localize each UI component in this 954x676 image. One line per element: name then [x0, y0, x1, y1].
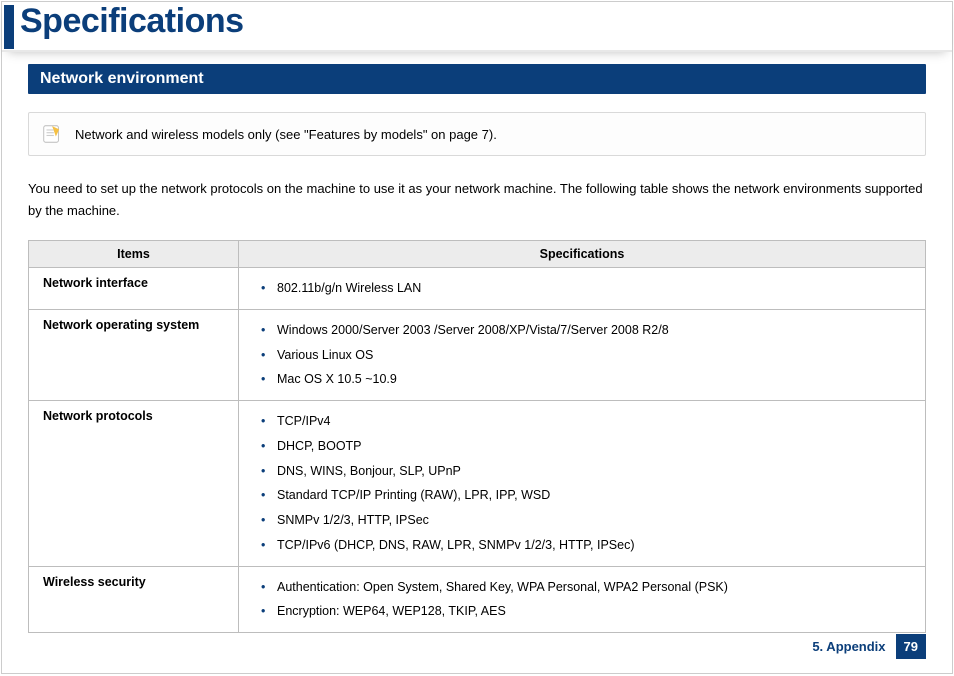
row-value: Windows 2000/Server 2003 /Server 2008/XP…: [239, 309, 926, 400]
spec-table: Items Specifications Network interface 80…: [28, 240, 926, 633]
spec-table-body: Network interface 802.11b/g/n Wireless LA…: [29, 268, 926, 633]
list-item: DNS, WINS, Bonjour, SLP, UPnP: [267, 459, 915, 484]
row-value: 802.11b/g/n Wireless LAN: [239, 268, 926, 310]
list-item: DHCP, BOOTP: [267, 434, 915, 459]
header-accent: [4, 5, 14, 49]
footer-section: 5. Appendix: [812, 639, 885, 654]
list-item: SNMPv 1/2/3, HTTP, IPSec: [267, 508, 915, 533]
table-header-specs: Specifications: [239, 241, 926, 268]
page-title: Specifications: [20, 2, 244, 41]
intro-text: You need to set up the network protocols…: [28, 178, 926, 222]
list-item: TCP/IPv4: [267, 409, 915, 434]
row-value: TCP/IPv4DHCP, BOOTPDNS, WINS, Bonjour, S…: [239, 401, 926, 567]
table-row: Wireless security Authentication: Open Sy…: [29, 566, 926, 633]
list-item: Various Linux OS: [267, 343, 915, 368]
note-text: Network and wireless models only (see "F…: [75, 127, 497, 142]
list-item: 802.11b/g/n Wireless LAN: [267, 276, 915, 301]
list-item: Encryption: WEP64, WEP128, TKIP, AES: [267, 599, 915, 624]
row-label: Network protocols: [29, 401, 239, 567]
list-item: Windows 2000/Server 2003 /Server 2008/XP…: [267, 318, 915, 343]
list-item: TCP/IPv6 (DHCP, DNS, RAW, LPR, SNMPv 1/2…: [267, 533, 915, 558]
content-area: Network environment Network and wireless…: [2, 64, 952, 633]
list-item: Authentication: Open System, Shared Key,…: [267, 575, 915, 600]
row-value: Authentication: Open System, Shared Key,…: [239, 566, 926, 633]
footer-page-number: 79: [896, 634, 926, 659]
list-item: Standard TCP/IP Printing (RAW), LPR, IPP…: [267, 483, 915, 508]
table-row: Network operating system Windows 2000/Ser…: [29, 309, 926, 400]
row-label: Network operating system: [29, 309, 239, 400]
note-box: Network and wireless models only (see "F…: [28, 112, 926, 156]
page-header: Specifications: [2, 2, 952, 52]
table-row: Network interface 802.11b/g/n Wireless LA…: [29, 268, 926, 310]
list-item: Mac OS X 10.5 ~10.9: [267, 367, 915, 392]
page-footer: 5. Appendix 79: [812, 634, 926, 659]
table-header-items: Items: [29, 241, 239, 268]
note-icon: [41, 123, 63, 145]
row-label: Network interface: [29, 268, 239, 310]
row-label: Wireless security: [29, 566, 239, 633]
section-heading: Network environment: [28, 64, 926, 94]
table-row: Network protocolsTCP/IPv4DHCP, BOOTPDNS,…: [29, 401, 926, 567]
